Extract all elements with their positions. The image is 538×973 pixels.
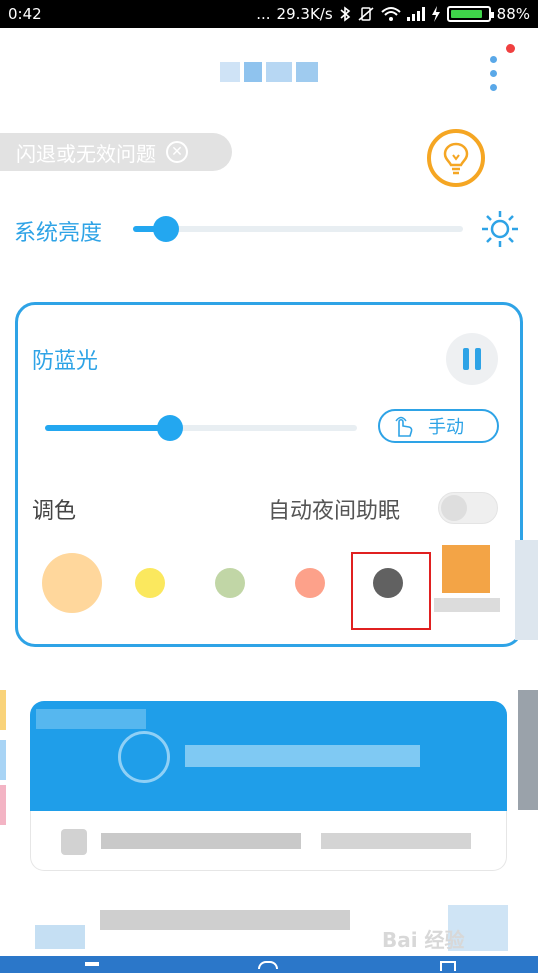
swatch-salmon[interactable] [295,568,325,598]
title-pixel [244,62,262,82]
pause-icon [475,348,481,370]
blurred-text [36,709,146,729]
blurred-icon [61,829,87,855]
toggle-thumb [441,495,467,521]
blurred-text [100,910,350,930]
back-icon[interactable] [85,962,99,966]
swatch-peach[interactable] [42,553,102,613]
system-nav-bar [0,956,538,973]
title-pixel [266,62,292,82]
cell-signal-icon [406,7,425,21]
more-dot-icon [490,70,497,77]
status-dots: ... [256,5,271,23]
notification-dot-icon [506,44,515,53]
bluetooth-icon [339,6,351,22]
battery-icon [446,6,494,22]
blurred-text [321,833,471,849]
blue-light-slider-thumb[interactable] [156,415,183,441]
feedback-chip[interactable]: 闪退或无效问题 ✕ [0,133,232,171]
blurred-icon [35,925,85,949]
home-icon[interactable] [258,961,278,969]
blurred-ad-label [434,598,500,612]
sun-icon[interactable] [480,209,520,249]
close-icon[interactable]: ✕ [166,141,188,163]
promo-banner[interactable] [30,701,507,811]
lightbulb-button[interactable] [427,129,485,187]
brightness-slider-thumb[interactable] [153,216,179,242]
blurred-text [185,745,420,767]
status-bar: 0:42 ... 29.3K/s 88% [0,0,538,28]
blurred-edge [518,690,538,810]
more-menu-button[interactable] [484,44,515,94]
manual-mode-label: 手动 [428,417,464,438]
status-time: 0:42 [8,5,42,23]
swatch-green[interactable] [215,568,245,598]
blurred-edge [0,785,6,825]
auto-night-toggle[interactable] [438,492,498,524]
blurred-edge [0,740,6,780]
battery-percent: 88% [496,5,530,23]
status-icons: ... 29.3K/s 88% [256,5,530,23]
manual-mode-button[interactable]: 手动 [378,409,499,443]
more-dot-icon [490,56,497,63]
brightness-slider[interactable] [133,226,463,232]
tone-label: 调色 [32,499,77,524]
wifi-icon [380,6,401,22]
recents-icon[interactable] [440,961,456,971]
blue-light-card: 防蓝光 手动 调色 自动夜间助眠 [15,302,523,647]
blue-light-slider-fill [45,425,170,431]
hand-pointer-icon [395,416,413,437]
feedback-chip-label: 闪退或无效问题 [16,141,156,166]
blue-light-title: 防蓝光 [32,349,99,374]
pause-icon [463,348,469,370]
more-dot-icon [490,84,497,91]
blue-light-slider[interactable] [45,425,357,431]
watermark: Bai 经验 [382,928,465,952]
screen: 0:42 ... 29.3K/s 88% 闪退或无效问题 ✕ 系统亮度 防蓝光 … [0,0,538,973]
system-brightness-label: 系统亮度 [14,221,103,246]
charging-icon [431,6,441,22]
battery-level [450,10,483,18]
blurred-text [101,833,301,849]
blurred-ad-icon[interactable] [442,545,490,593]
pause-button[interactable] [446,333,498,385]
auto-night-label: 自动夜间助眠 [268,499,401,524]
promo-banner-footer[interactable] [30,811,507,871]
selection-highlight-box [351,552,431,630]
title-pixel [296,62,318,82]
app-title-logo [220,58,320,86]
swatch-yellow[interactable] [135,568,165,598]
network-speed: 29.3K/s [276,5,333,23]
blurred-edge [515,540,538,640]
blurred-icon [118,731,170,783]
title-pixel [220,62,240,82]
vibrate-off-icon [357,6,375,22]
blurred-edge [0,690,6,730]
lightbulb-icon [443,142,469,175]
